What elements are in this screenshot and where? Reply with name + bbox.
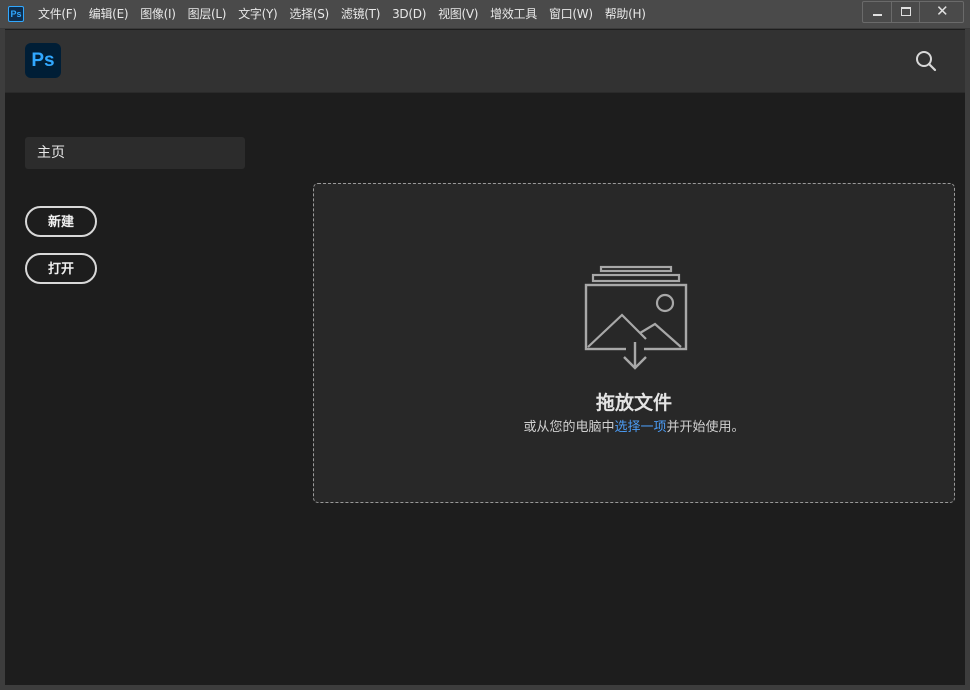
new-button[interactable]: 新建 — [25, 206, 97, 237]
maximize-icon — [901, 7, 911, 16]
window-frame-right — [965, 29, 970, 690]
image-drop-icon — [584, 265, 688, 370]
window-frame-left — [0, 29, 5, 690]
drop-zone-title: 拖放文件 — [595, 392, 672, 414]
minimize-button[interactable] — [863, 2, 891, 22]
drop-subtitle-after: 并开始使用。 — [666, 420, 745, 435]
menu-3d[interactable]: 3D(D) — [386, 0, 432, 29]
sidebar-item-home[interactable]: 主页 — [25, 137, 245, 169]
window-frame-bottom — [0, 685, 970, 690]
menu-help[interactable]: 帮助(H) — [599, 0, 652, 29]
photoshop-logo: Ps — [25, 43, 61, 78]
menu-type[interactable]: 文字(Y) — [232, 0, 283, 29]
menu-image[interactable]: 图像(I) — [134, 0, 181, 29]
open-button[interactable]: 打开 — [25, 253, 97, 284]
menu-filter[interactable]: 滤镜(T) — [335, 0, 386, 29]
drop-zone[interactable]: 拖放文件 或从您的电脑中选择一项并开始使用。 — [313, 183, 955, 503]
maximize-button[interactable] — [891, 2, 919, 22]
menu-select[interactable]: 选择(S) — [283, 0, 334, 29]
menu-window[interactable]: 窗口(W) — [543, 0, 599, 29]
menu-layer[interactable]: 图层(L) — [182, 0, 233, 29]
menu-view[interactable]: 视图(V) — [432, 0, 484, 29]
home-header: Ps — [5, 30, 965, 93]
menu-edit[interactable]: 编辑(E) — [83, 0, 134, 29]
search-icon — [916, 51, 937, 72]
window-controls: ✕ — [862, 1, 964, 23]
photoshop-app-icon[interactable]: Ps — [8, 6, 24, 22]
menu-plugins[interactable]: 增效工具 — [484, 0, 543, 29]
drop-zone-subtitle: 或从您的电脑中选择一项并开始使用。 — [314, 416, 954, 435]
search-button[interactable] — [913, 48, 939, 74]
close-button[interactable]: ✕ — [919, 2, 963, 22]
select-file-link[interactable]: 选择一项 — [614, 420, 666, 435]
menu-bar: 文件(F) 编辑(E) 图像(I) 图层(L) 文字(Y) 选择(S) 滤镜(T… — [32, 0, 652, 29]
drop-subtitle-before: 或从您的电脑中 — [523, 420, 615, 435]
title-bar: Ps 文件(F) 编辑(E) 图像(I) 图层(L) 文字(Y) 选择(S) 滤… — [0, 0, 970, 29]
close-icon: ✕ — [936, 2, 949, 20]
minimize-icon — [873, 14, 882, 16]
menu-file[interactable]: 文件(F) — [32, 0, 83, 29]
